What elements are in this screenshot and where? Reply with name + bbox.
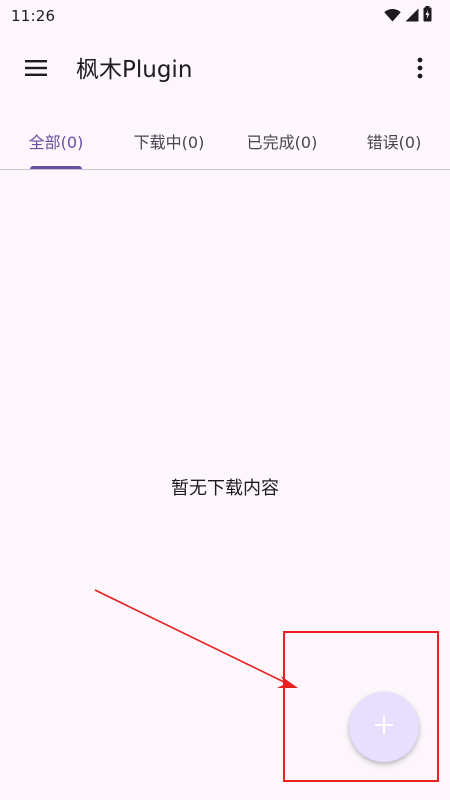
plus-icon — [374, 715, 394, 739]
add-download-fab[interactable] — [349, 692, 419, 762]
